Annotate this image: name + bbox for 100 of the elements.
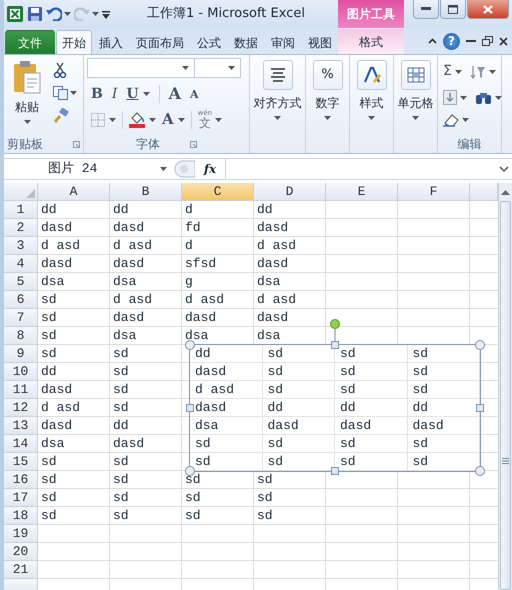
resize-handle[interactable]	[331, 341, 339, 349]
table-cell: dd	[262, 399, 335, 417]
shrink-font-button[interactable]: A	[190, 88, 199, 100]
column-header[interactable]: B	[110, 183, 182, 201]
ribbon-tab[interactable]: 公式	[191, 30, 227, 54]
name-box[interactable]: 图片 24	[4, 159, 154, 179]
ribbon-button[interactable]: 对齐方式	[253, 58, 302, 135]
dialog-launcher-icon[interactable]	[73, 140, 80, 148]
ribbon-button[interactable]: % 数字	[309, 58, 346, 135]
row-header[interactable]: 3	[4, 237, 38, 255]
sort-filter-icon	[470, 64, 486, 80]
help-button[interactable]: ?	[443, 32, 460, 50]
row-header[interactable]: 14	[4, 435, 38, 453]
table-cell-text: dasd	[184, 309, 218, 327]
ribbon-tab[interactable]: 文件	[5, 30, 55, 54]
resize-handle[interactable]	[476, 404, 484, 412]
table-cell-text: sd	[112, 471, 130, 489]
ribbon-tab[interactable]: 插入	[93, 30, 129, 54]
row-header[interactable]: 2	[4, 219, 38, 237]
row-header[interactable]: 20	[4, 543, 38, 561]
fill-color-button[interactable]	[129, 112, 156, 128]
maximize-button[interactable]	[440, 0, 466, 19]
fill-button[interactable]	[443, 90, 467, 105]
ribbon-tab[interactable]: 审阅	[265, 30, 301, 54]
column-header[interactable]: F	[398, 183, 470, 201]
dialog-launcher-icon[interactable]	[190, 140, 197, 148]
table-cell: sd	[190, 435, 262, 453]
table-cell: sd	[408, 363, 480, 381]
row-header[interactable]: 12	[4, 399, 38, 417]
redo-button[interactable]	[74, 7, 99, 21]
collapse-ribbon-icon[interactable]	[428, 38, 437, 44]
cut-icon[interactable]	[53, 62, 67, 78]
minimize-button[interactable]	[413, 0, 439, 19]
minimize-icon[interactable]	[466, 40, 476, 42]
scroll-up-icon[interactable]	[501, 189, 510, 195]
row-header[interactable]: 10	[4, 363, 38, 381]
close-icon[interactable]	[499, 36, 508, 46]
copy-button[interactable]	[53, 86, 77, 100]
font-name-field[interactable]	[87, 58, 195, 78]
italic-button[interactable]: I	[112, 87, 118, 101]
grip-icon	[502, 458, 509, 464]
rotate-handle[interactable]	[330, 319, 340, 341]
restore-icon[interactable]	[482, 36, 493, 46]
row-header[interactable]: 11	[4, 381, 38, 399]
underline-button[interactable]: U	[126, 87, 150, 101]
table-cell-text: sd	[256, 507, 274, 525]
table-cell-text: dasd	[40, 255, 74, 273]
ribbon-button[interactable]: 样式	[353, 58, 390, 135]
row-header[interactable]: 6	[4, 291, 38, 309]
scroll-thumb[interactable]	[500, 201, 511, 590]
borders-button[interactable]	[91, 112, 116, 126]
customize-icon[interactable]	[102, 8, 111, 20]
bold-button[interactable]: B	[91, 87, 103, 101]
save-icon[interactable]	[27, 6, 43, 22]
resize-handle[interactable]	[186, 404, 194, 412]
ribbon-tab[interactable]: 视图	[302, 30, 338, 54]
row-header[interactable]: 18	[4, 507, 38, 525]
table-cell-text: dasd	[112, 255, 146, 273]
close-button[interactable]	[467, 0, 509, 19]
row-header[interactable]: 16	[4, 471, 38, 489]
ribbon-tab[interactable]: 页面布局	[130, 30, 190, 54]
row-header[interactable]: 17	[4, 489, 38, 507]
caret-icon	[412, 116, 419, 120]
table-cell-text: dasd	[112, 219, 146, 237]
resize-handle[interactable]	[475, 466, 485, 476]
row-header[interactable]: 15	[4, 453, 38, 471]
table-cell: dasd	[190, 363, 262, 381]
ribbon-tab[interactable]: 开始	[56, 30, 92, 54]
row-header[interactable]: 7	[4, 309, 38, 327]
resize-handle[interactable]	[475, 340, 485, 350]
insert-function-button[interactable]: fx	[195, 160, 225, 178]
ribbon-tab[interactable]: 数据	[228, 30, 264, 54]
row-header[interactable]: 1	[4, 201, 38, 219]
row-header[interactable]: 8	[4, 327, 38, 345]
column-header[interactable]: E	[326, 183, 398, 201]
find-button[interactable]	[475, 90, 502, 105]
column-header[interactable]: C	[182, 183, 254, 201]
expand-formula-icon[interactable]	[498, 165, 510, 173]
column-header[interactable]: A	[38, 183, 110, 201]
undo-button[interactable]	[46, 7, 71, 21]
font-color-button[interactable]: A	[162, 112, 185, 127]
row-header[interactable]: 9	[4, 345, 38, 363]
grow-font-button[interactable]: A	[168, 86, 182, 102]
column-header[interactable]: D	[254, 183, 326, 201]
ribbon-button[interactable]: 单元格	[397, 58, 434, 135]
resize-handle[interactable]	[331, 467, 339, 475]
format-painter-icon[interactable]	[53, 108, 69, 124]
resize-handle[interactable]	[185, 340, 195, 350]
redo-icon	[74, 7, 90, 21]
row-header[interactable]: 19	[4, 525, 38, 543]
row-header[interactable]: 21	[4, 561, 38, 579]
caret-icon	[454, 70, 462, 74]
row-header[interactable]: 4	[4, 255, 38, 273]
autosum-button[interactable]: Σ	[443, 61, 462, 82]
row-header[interactable]: 5	[4, 273, 38, 291]
paste-button[interactable]: 粘贴	[7, 58, 47, 135]
font-size-field[interactable]	[195, 58, 241, 78]
row-header[interactable]: 13	[4, 417, 38, 435]
table-cell-text: sd	[112, 345, 130, 363]
ribbon-tab[interactable]: 格式	[338, 28, 404, 54]
